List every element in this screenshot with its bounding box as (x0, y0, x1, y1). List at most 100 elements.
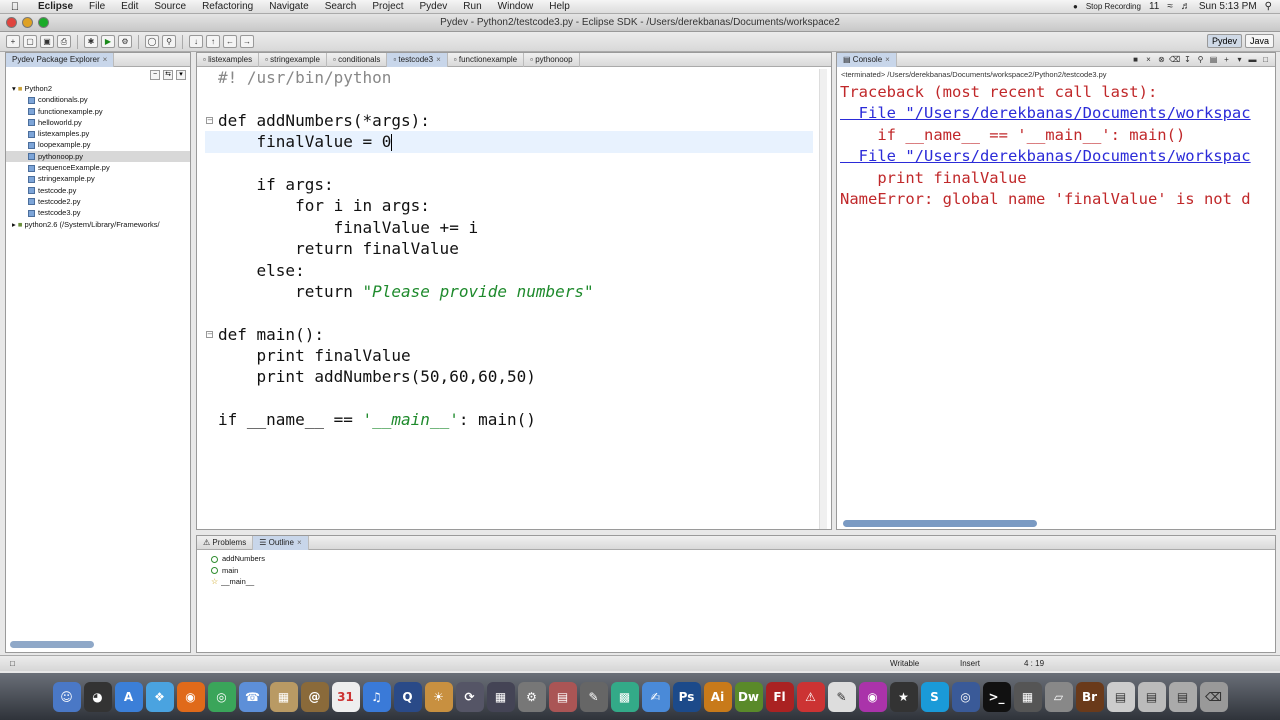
tree-project[interactable]: ▾ ■ Python2 (6, 83, 190, 94)
outline-item[interactable]: main (211, 565, 1275, 577)
console-link[interactable]: File "/Users/derekbanas/Documents/worksp… (840, 103, 1275, 124)
clear-console-icon[interactable]: ⌫ (1169, 54, 1180, 65)
code-line[interactable]: − def main(): (205, 324, 813, 345)
menu-file[interactable]: File (81, 1, 113, 12)
terminate-icon[interactable]: ■ (1130, 54, 1141, 65)
network-icon[interactable]: ◎ (951, 681, 980, 712)
terminal-icon[interactable]: >_ (982, 681, 1011, 712)
menu-search[interactable]: Search (317, 1, 365, 12)
print-icon[interactable]: ⎙ (57, 35, 71, 48)
new-icon[interactable]: + (6, 35, 20, 48)
volume-icon[interactable]: ♬ (1181, 1, 1191, 12)
code-line[interactable]: for i in args: (205, 195, 813, 216)
code-line[interactable]: finalValue += i (205, 217, 813, 238)
tree-file[interactable]: sequenceExample.py (6, 162, 190, 173)
acrobat-icon[interactable]: ⚠ (796, 681, 825, 712)
code-line[interactable]: print addNumbers(50,60,60,50) (205, 366, 813, 387)
console-link[interactable]: File "/Users/derekbanas/Documents/worksp… (840, 146, 1275, 167)
code-line[interactable]: return "Please provide numbers" (205, 281, 813, 302)
clock[interactable]: Sun 5:13 PM (1199, 1, 1257, 12)
fold-icon[interactable]: − (206, 330, 213, 338)
tree-file[interactable]: loopexample.py (6, 139, 190, 150)
search-icon[interactable]: ⚲ (162, 35, 176, 48)
tab-pydev-package-explorer[interactable]: Pydev Package Explorer × (6, 52, 115, 67)
code-line[interactable]: else: (205, 260, 813, 281)
outline-item[interactable]: ☆ __main__ (211, 576, 1275, 588)
mission-control-icon[interactable]: ▦ (486, 681, 515, 712)
code-line[interactable]: if __name__ == '__main__': main() (205, 409, 813, 430)
debug-icon[interactable]: ✱ (84, 35, 98, 48)
collapse-all-icon[interactable]: − (150, 70, 160, 80)
illustrator-icon[interactable]: Ai (703, 681, 732, 712)
expand-arrow-icon[interactable]: ▸ (12, 220, 16, 229)
remove-all-icon[interactable]: ⊗ (1156, 54, 1167, 65)
save-icon[interactable]: ▢ (23, 35, 37, 48)
menu-help[interactable]: Help (541, 1, 578, 12)
code-line-blank[interactable] (205, 153, 813, 174)
next-annotation-icon[interactable]: ↓ (189, 35, 203, 48)
display-console-icon[interactable]: ▤ (1208, 54, 1219, 65)
editor-tab-active[interactable]: ▫ testcode3 × (387, 52, 448, 67)
menu-run[interactable]: Run (455, 1, 489, 12)
perspective-pydev[interactable]: Pydev (1206, 34, 1242, 48)
textedit-icon[interactable]: ✎ (827, 681, 856, 712)
open-type-icon[interactable]: ◯ (145, 35, 159, 48)
perspective-java[interactable]: Java (1244, 34, 1274, 48)
console-output[interactable]: Traceback (most recent call last): File … (837, 82, 1275, 210)
safari-icon[interactable]: ❖ (145, 681, 174, 712)
tree-library[interactable]: ▸ ■ python2.6 (/System/Library/Framework… (6, 219, 190, 230)
facetime-icon[interactable]: ☎ (238, 681, 267, 712)
calculator-icon[interactable]: ▦ (1013, 681, 1042, 712)
close-icon[interactable]: × (436, 55, 441, 64)
tree-file[interactable]: testcode.py (6, 185, 190, 196)
code-line-current[interactable]: finalValue = 0 (205, 131, 813, 153)
apple-icon[interactable]:  (0, 1, 30, 13)
zoom-window-button[interactable] (38, 17, 49, 28)
menu-navigate[interactable]: Navigate (261, 1, 316, 12)
downloads-stack-icon[interactable]: ▤ (1137, 681, 1166, 712)
editor-tab[interactable]: ▫ functionexample (448, 52, 525, 67)
editor-tab[interactable]: ▫ listexamples (197, 52, 260, 67)
code-line-blank[interactable] (205, 388, 813, 409)
script-editor-icon[interactable]: ✎ (579, 681, 608, 712)
close-icon[interactable]: × (103, 55, 108, 64)
iphoto-icon[interactable]: ☀ (424, 681, 453, 712)
trash-icon[interactable]: ⌫ (1199, 681, 1228, 712)
quicktime-icon[interactable]: Q (393, 681, 422, 712)
minimize-window-button[interactable] (22, 17, 33, 28)
code-line[interactable]: print finalValue (205, 345, 813, 366)
back-icon[interactable]: ← (223, 35, 237, 48)
pin-console-icon[interactable]: ⚲ (1195, 54, 1206, 65)
imovie-icon[interactable]: ★ (889, 681, 918, 712)
editor-scrollbar[interactable] (819, 69, 827, 529)
fold-icon[interactable]: − (206, 116, 213, 124)
menu-pydev[interactable]: Pydev (412, 1, 456, 12)
console-scrollbar[interactable] (843, 520, 1037, 527)
menu-app[interactable]: Eclipse (30, 1, 81, 12)
remove-launch-icon[interactable]: × (1143, 54, 1154, 65)
code-line-blank[interactable] (205, 88, 813, 109)
minimize-icon[interactable]: ▬ (1247, 54, 1258, 65)
adobe-badge[interactable]: 11 (1149, 1, 1159, 12)
documents-stack-icon[interactable]: ▤ (1106, 681, 1135, 712)
view-menu-icon[interactable]: ▾ (1234, 54, 1245, 65)
code-line[interactable]: return finalValue (205, 238, 813, 259)
editor-tab[interactable]: ▫ conditionals (327, 52, 388, 67)
explorer-scrollbar[interactable] (10, 641, 94, 648)
tab-console[interactable]: ▤ Console × (837, 52, 897, 67)
code-area[interactable]: #! /usr/bin/python − def addNumbers(*args… (205, 67, 813, 519)
wifi-icon[interactable]: ≈ (1167, 1, 1173, 12)
close-window-button[interactable] (6, 17, 17, 28)
tree-file[interactable]: conditionals.py (6, 94, 190, 105)
dashboard-icon[interactable]: ◕ (83, 681, 112, 712)
run-icon[interactable]: ▶ (101, 35, 115, 48)
menu-source[interactable]: Source (146, 1, 194, 12)
code-line[interactable]: if args: (205, 174, 813, 195)
chrome-icon[interactable]: ◎ (207, 681, 236, 712)
stop-recording-label[interactable]: Stop Recording (1086, 2, 1141, 11)
menu-edit[interactable]: Edit (113, 1, 146, 12)
outline-item[interactable]: addNumbers (211, 553, 1275, 565)
app-store-icon[interactable]: A (114, 681, 143, 712)
menu-project[interactable]: Project (364, 1, 411, 12)
skype-icon[interactable]: S (920, 681, 949, 712)
